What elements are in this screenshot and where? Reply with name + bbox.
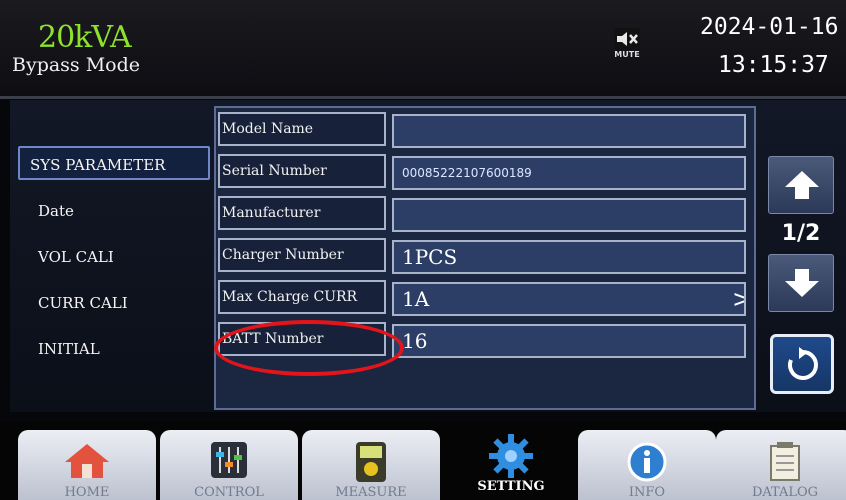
page-up-button[interactable] — [768, 156, 834, 214]
capacity-label: 20kVA — [38, 20, 132, 55]
operating-mode: Bypass Mode — [12, 54, 141, 76]
param-row-serial-number: Serial Number 00085222107600189 — [216, 154, 754, 190]
bottom-navigation: HOME CONTROL MEASURE SETTING INFO DATALO… — [0, 422, 846, 500]
serial-number-field[interactable]: 00085222107600189 — [392, 156, 746, 190]
param-label: Model Name — [218, 112, 386, 146]
tab-label: SETTING — [477, 479, 545, 494]
tab-label: INFO — [628, 485, 666, 500]
model-name-field[interactable] — [392, 114, 746, 148]
tab-control[interactable]: CONTROL — [160, 430, 298, 500]
tab-info[interactable]: INFO — [578, 430, 716, 500]
menu-item-initial[interactable]: INITIAL — [26, 330, 210, 364]
page-indicator: 1/2 — [781, 221, 821, 246]
mute-button[interactable]: MUTE — [612, 28, 642, 59]
sliders-icon — [211, 442, 247, 478]
menu-item-vol-cali[interactable]: VOL CALI — [26, 238, 210, 272]
datalog-icon — [770, 442, 800, 481]
tab-home[interactable]: HOME — [18, 430, 156, 500]
multimeter-icon — [356, 442, 386, 482]
chevron-right-icon[interactable]: > — [732, 284, 744, 314]
time-display: 13:15:37 — [718, 52, 829, 78]
tab-measure[interactable]: MEASURE — [302, 430, 440, 500]
info-icon — [627, 442, 667, 482]
refresh-icon — [788, 347, 818, 380]
menu-item-sys-parameter[interactable]: SYS PARAMETER — [18, 146, 210, 180]
arrow-up-icon — [785, 171, 819, 199]
settings-menu: SYS PARAMETER Date VOL CALI CURR CALI IN… — [18, 146, 210, 376]
tab-datalog[interactable]: DATALOG — [716, 430, 846, 500]
max-charge-curr-value: 1A — [402, 287, 430, 311]
refresh-button[interactable] — [770, 334, 834, 394]
status-header: 20kVA Bypass Mode MUTE 2024-01-16 13:15:… — [0, 0, 846, 98]
highlight-circle — [214, 320, 404, 376]
charger-number-field[interactable]: 1PCS — [392, 240, 746, 274]
param-row-charger-number: Charger Number 1PCS — [216, 238, 754, 274]
menu-item-curr-cali[interactable]: CURR CALI — [26, 284, 210, 318]
tab-label: CONTROL — [194, 485, 264, 500]
page-down-button[interactable] — [768, 254, 834, 312]
menu-item-date[interactable]: Date — [26, 192, 210, 226]
param-row-model-name: Model Name — [216, 112, 754, 148]
manufacturer-field[interactable] — [392, 198, 746, 232]
arrow-down-icon — [785, 269, 819, 297]
tab-label: DATALOG — [751, 485, 819, 500]
batt-number-field[interactable]: 16 — [392, 324, 746, 358]
param-label: Charger Number — [218, 238, 386, 272]
tab-label: MEASURE — [335, 485, 407, 500]
pager: 1/2 — [768, 156, 834, 312]
param-row-manufacturer: Manufacturer — [216, 196, 754, 232]
param-label: Max Charge CURR — [218, 280, 386, 314]
speaker-mute-icon — [614, 28, 640, 50]
param-label: Manufacturer — [218, 196, 386, 230]
tab-label: HOME — [64, 485, 110, 500]
house-icon — [65, 444, 109, 478]
date-display: 2024-01-16 — [700, 14, 839, 40]
mute-label: MUTE — [614, 50, 640, 59]
tab-setting[interactable]: SETTING — [442, 430, 580, 500]
param-row-max-charge-curr: Max Charge CURR 1A > — [216, 280, 754, 316]
gear-icon — [489, 434, 533, 478]
max-charge-curr-field[interactable]: 1A > — [392, 282, 746, 316]
param-label: Serial Number — [218, 154, 386, 188]
